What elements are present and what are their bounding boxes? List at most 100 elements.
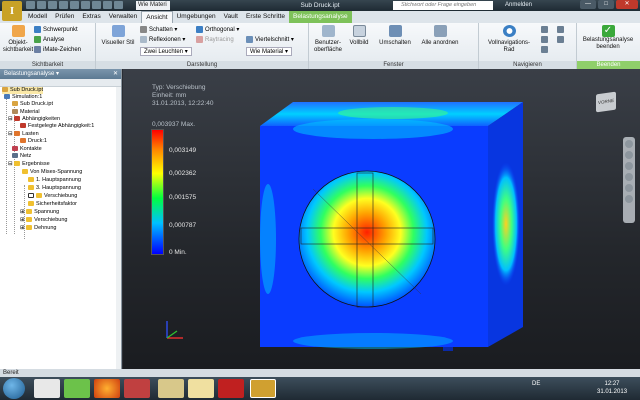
maximize-button[interactable]: □ bbox=[598, 0, 614, 9]
orthogonal-label: Orthogonal bbox=[205, 27, 235, 34]
tab-ansicht[interactable]: Ansicht bbox=[141, 11, 173, 23]
orthogonal-button[interactable]: Orthogonal ▾ bbox=[196, 26, 239, 33]
tex-icon[interactable] bbox=[188, 379, 214, 398]
browser-title[interactable]: Belastungsanalyse bbox=[4, 71, 54, 77]
tree-item-simulation[interactable]: Simulation:1 bbox=[4, 94, 42, 101]
help-search-input[interactable]: Stichwort oder Frage eingeben bbox=[393, 1, 493, 10]
clover-icon[interactable] bbox=[64, 379, 90, 398]
benutzeroberflaeche-button[interactable]: Benutzer- oberfläche bbox=[311, 25, 345, 54]
zoom-icon bbox=[541, 36, 548, 43]
browser-scrollbar[interactable] bbox=[116, 87, 121, 369]
zoom-button[interactable] bbox=[541, 36, 550, 43]
imate-button[interactable]: iMate-Zeichen bbox=[34, 46, 81, 53]
tree-item-3-hauptspannung[interactable]: 3. Hauptspannung bbox=[28, 185, 81, 192]
start-button[interactable] bbox=[3, 378, 25, 399]
zoom-nav-icon[interactable] bbox=[625, 162, 633, 170]
center-of-gravity-icon bbox=[34, 26, 41, 33]
language-indicator[interactable]: DE bbox=[532, 381, 540, 387]
schwerpunkt-label: Schwerpunkt bbox=[43, 27, 78, 34]
viertelschnitt-button[interactable]: Viertelschnitt ▾ bbox=[246, 36, 294, 43]
inventor-taskbar-icon[interactable] bbox=[250, 379, 276, 398]
look-at-icon bbox=[557, 26, 564, 33]
tree-item-root[interactable]: Sub Druck.ipt bbox=[2, 87, 44, 94]
tree-item-contacts[interactable]: Kontakte bbox=[12, 146, 42, 153]
pan-nav-icon[interactable] bbox=[625, 151, 633, 159]
tree-item-part[interactable]: Sub Druck.ipt bbox=[12, 101, 53, 108]
tree-item-von-mises[interactable]: Von Mises-Spannung bbox=[22, 169, 82, 176]
look-at-nav-icon[interactable] bbox=[625, 184, 633, 192]
panel-navigieren: Vollnavigations- Rad Navigieren bbox=[479, 23, 577, 69]
tab-verwalten[interactable]: Verwalten bbox=[105, 11, 142, 23]
orbit-button[interactable] bbox=[541, 46, 550, 53]
membrane-disk bbox=[298, 170, 436, 308]
tab-pruefen[interactable]: Prüfen bbox=[51, 11, 78, 23]
folder-icon[interactable] bbox=[158, 379, 184, 398]
front-top-band bbox=[293, 119, 453, 139]
result-folder-icon bbox=[26, 217, 33, 223]
tree-item-sicherheitsfaktor[interactable]: Sicherheitsfaktor bbox=[28, 201, 77, 208]
firefox-icon[interactable] bbox=[94, 379, 120, 398]
tree-item-fixed-constraint[interactable]: Festgelegte Abhängigkeit:1 bbox=[20, 123, 94, 130]
objektsichtbarkeit-button[interactable]: Objekt- sichtbarkeit bbox=[2, 25, 34, 54]
belastungsanalyse-beenden-button[interactable]: ✓ Belastungsanalyse beenden bbox=[579, 25, 637, 51]
tab-erste-schritte[interactable]: Erste Schritte bbox=[242, 11, 289, 23]
login-button[interactable]: Anmelden bbox=[505, 2, 532, 8]
reflexionen-button[interactable]: Reflexionen ▾ bbox=[140, 36, 185, 43]
visueller-stil-button[interactable]: Visueller Stil bbox=[99, 25, 137, 47]
tree-item-pressure[interactable]: Druck:1 bbox=[20, 138, 47, 145]
schatten-button[interactable]: Schatten ▾ bbox=[140, 26, 177, 33]
analyse-button[interactable]: Analyse bbox=[34, 36, 64, 43]
front-bottom-band bbox=[293, 333, 453, 349]
tab-modell[interactable]: Modell bbox=[24, 11, 51, 23]
app-icon[interactable] bbox=[34, 379, 60, 398]
viewcube[interactable]: VORNE bbox=[596, 91, 616, 113]
tree-item-material[interactable]: Material bbox=[12, 109, 40, 116]
browser-close-icon[interactable]: ✕ bbox=[113, 69, 118, 79]
navigation-bar bbox=[623, 137, 635, 223]
vollbild-button[interactable]: Vollbild bbox=[347, 25, 371, 47]
steering-wheel-nav-icon[interactable] bbox=[625, 140, 633, 148]
pan-button[interactable] bbox=[541, 26, 550, 33]
system-clock[interactable]: 12:27 31.01.2013 bbox=[597, 380, 627, 396]
tree-item-results[interactable]: ⊟ Ergebnisse bbox=[8, 161, 50, 168]
analyse-label: Analyse bbox=[43, 37, 65, 44]
top-hotspot bbox=[338, 107, 448, 119]
home-nav-icon[interactable] bbox=[625, 195, 633, 203]
tree-item-verschiebung[interactable]: ⊞ Verschiebung bbox=[20, 217, 67, 224]
raytracing-button[interactable]: Raytracing bbox=[196, 36, 234, 43]
minimize-button[interactable]: — bbox=[580, 0, 596, 9]
graphics-window[interactable]: Typ: Verschiebung Einheit: mm 31.01.2013… bbox=[123, 69, 640, 369]
tab-extras[interactable]: Extras bbox=[78, 11, 104, 23]
leuchten-dropdown[interactable]: Zwei Leuchten ▾ bbox=[140, 47, 192, 56]
imate-icon bbox=[34, 46, 41, 53]
tree-item-mesh[interactable]: Netz bbox=[12, 153, 31, 160]
tree-item-constraints[interactable]: ⊟ Abhängigkeiten bbox=[8, 116, 60, 123]
close-button[interactable]: ✕ bbox=[616, 0, 638, 9]
tree-item-spannung[interactable]: ⊞ Spannung bbox=[20, 209, 59, 216]
tree-item-loads[interactable]: ⊟ Lasten bbox=[8, 131, 39, 138]
look-at-button[interactable] bbox=[557, 26, 566, 33]
tab-vault[interactable]: Vault bbox=[220, 11, 242, 23]
home-view-button[interactable] bbox=[557, 36, 566, 43]
tree-item-verschiebung-active[interactable]: Verschiebung bbox=[28, 193, 77, 200]
acrobat-icon[interactable] bbox=[218, 379, 244, 398]
material-darstellung-dropdown[interactable]: Wie Material ▾ bbox=[246, 47, 293, 56]
alle-anordnen-button[interactable]: Alle anordnen bbox=[417, 25, 463, 47]
vollnavigationsrad-button[interactable]: Vollnavigations- Rad bbox=[481, 25, 537, 54]
schwerpunkt-button[interactable]: Schwerpunkt bbox=[34, 26, 78, 33]
visibility-icon bbox=[11, 25, 25, 37]
simulation-icon bbox=[4, 94, 10, 100]
tab-belastungsanalyse[interactable]: Belastungsanalyse bbox=[289, 11, 352, 23]
media-icon[interactable] bbox=[124, 379, 150, 398]
application-menu-button[interactable]: I bbox=[2, 1, 22, 21]
umschalten-button[interactable]: Umschalten bbox=[375, 25, 415, 47]
checkbox-checked-icon[interactable] bbox=[28, 193, 34, 199]
result-icon bbox=[28, 185, 34, 191]
result-folder-icon bbox=[26, 209, 33, 215]
tab-umgebungen[interactable]: Umgebungen bbox=[173, 11, 220, 23]
orbit-nav-icon[interactable] bbox=[625, 173, 633, 181]
tree-item-dehnung[interactable]: ⊞ Dehnung bbox=[20, 225, 56, 232]
tree-item-1-hauptspannung[interactable]: 1. Hauptspannung bbox=[28, 177, 81, 184]
y-axis bbox=[166, 330, 178, 339]
reflection-icon bbox=[140, 36, 147, 43]
